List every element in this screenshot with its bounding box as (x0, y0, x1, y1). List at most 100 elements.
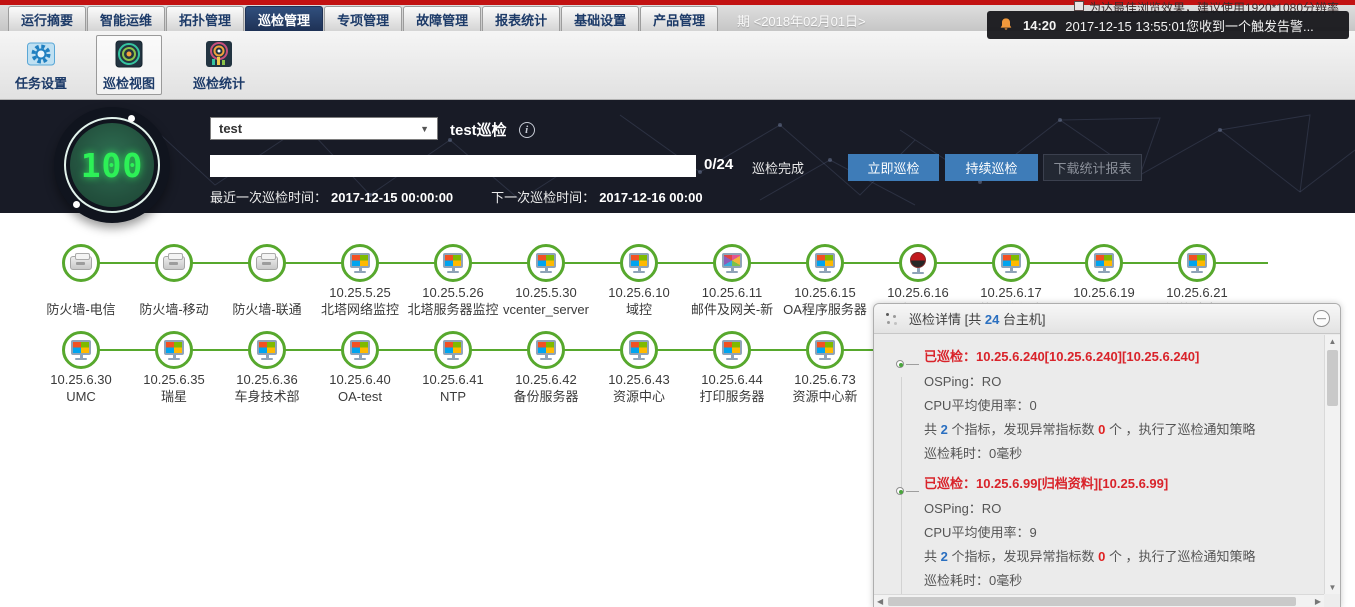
host-name: 防火墙-电信 (46, 302, 115, 317)
host-node[interactable]: 防火墙-移动 (128, 244, 220, 318)
app-screen: 运行摘要 智能运维 拓扑管理 巡检管理 专项管理 故障管理 报表统计 基础设置 … (0, 0, 1355, 607)
windows-icon (1094, 253, 1114, 268)
inspection-times: 最近一次巡检时间：2017-12-15 00:00:00 下一次巡检时间：201… (210, 187, 703, 206)
scroll-right-icon[interactable]: ▶ (1315, 597, 1321, 606)
mail-icon (722, 253, 742, 268)
windows-icon (164, 340, 184, 355)
host-node-badge[interactable] (1085, 244, 1123, 282)
nav-tab[interactable]: 故障管理 (403, 6, 481, 31)
host-ip (232, 284, 301, 301)
tool-inspection-view[interactable]: 巡检视图 (96, 35, 162, 95)
host-node-badge[interactable] (1178, 244, 1216, 282)
panel-header[interactable]: 巡检详情 [共 24 台主机] — (874, 304, 1340, 334)
host-node[interactable]: 10.25.6.10 域控 (593, 244, 685, 318)
run-continuous-button[interactable]: 持续巡检 (945, 154, 1038, 181)
host-node-badge[interactable] (620, 244, 658, 282)
host-node[interactable]: 10.25.6.11 邮件及网关-新 (686, 244, 778, 318)
download-report-button[interactable]: 下载统计报表 (1043, 154, 1142, 181)
host-node[interactable]: 10.25.6.73 资源中心新 (779, 331, 871, 405)
nav-tab[interactable]: 智能运维 (87, 6, 165, 31)
task-select[interactable]: test ▼ (210, 117, 438, 140)
host-node-label: 防火墙-电信 (46, 284, 115, 318)
windows-icon (629, 340, 649, 355)
host-node[interactable]: 防火墙-联通 (221, 244, 313, 318)
host-node-badge[interactable] (62, 331, 100, 369)
host-node-badge[interactable] (527, 244, 565, 282)
minimize-button[interactable]: — (1313, 310, 1330, 327)
entry-cpu: CPU平均使用率：9 (924, 521, 1316, 545)
host-node-badge[interactable] (248, 244, 286, 282)
host-node-badge[interactable] (155, 331, 193, 369)
host-node-badge[interactable] (899, 244, 937, 282)
firewall-icon (70, 256, 92, 270)
firewall-icon (163, 256, 185, 270)
run-now-button[interactable]: 立即巡检 (848, 154, 939, 181)
host-node[interactable]: 10.25.6.35 瑞星 (128, 331, 220, 405)
host-node-badge[interactable] (806, 244, 844, 282)
host-node-badge[interactable] (527, 331, 565, 369)
panel-body: 已巡检：10.25.6.240[10.25.6.240][10.25.6.240… (874, 335, 1324, 594)
host-node[interactable]: 10.25.6.41 NTP (407, 331, 499, 405)
notification-message: 2017-12-15 13:55:01您收到一个触发告警... (1065, 16, 1314, 35)
host-node-badge[interactable] (434, 244, 472, 282)
host-node-badge[interactable] (620, 331, 658, 369)
host-node[interactable]: 10.25.6.30 UMC (35, 331, 127, 405)
host-node-badge[interactable] (806, 331, 844, 369)
host-node[interactable]: 10.25.5.25 北塔网络监控 (314, 244, 406, 318)
host-node-badge[interactable] (713, 244, 751, 282)
nav-tab[interactable]: 巡检管理 (245, 6, 323, 31)
windows-icon (350, 340, 370, 355)
info-icon[interactable]: i (519, 122, 535, 138)
scroll-down-icon[interactable]: ▼ (1325, 583, 1340, 592)
host-node[interactable]: 10.25.6.15 OA程序服务器 (779, 244, 871, 318)
nav-tab[interactable]: 拓扑管理 (166, 6, 244, 31)
alert-notification-toast[interactable]: 14:20 2017-12-15 13:55:01您收到一个触发告警... (987, 11, 1349, 39)
scrollbar-corner (1324, 594, 1340, 607)
tool-inspection-stats[interactable]: 巡检统计 (186, 35, 252, 95)
tree-node-icon[interactable] (896, 360, 904, 368)
host-node[interactable]: 10.25.6.44 打印服务器 (686, 331, 778, 405)
tree-node-icon[interactable] (896, 487, 904, 495)
host-node-label: 防火墙-联通 (232, 284, 301, 318)
resolution-checkbox[interactable] (1074, 1, 1084, 11)
host-node[interactable]: 10.25.6.36 车身技术部 (221, 331, 313, 405)
host-node-badge[interactable] (713, 331, 751, 369)
host-node[interactable]: 10.25.6.43 资源中心 (593, 331, 685, 405)
horizontal-scrollbar[interactable]: ◀ ▶ (874, 594, 1324, 607)
host-ip: 10.25.6.36 (234, 371, 299, 388)
nav-tab[interactable]: 专项管理 (324, 6, 402, 31)
host-node-badge[interactable] (992, 244, 1030, 282)
nav-tab[interactable]: 基础设置 (561, 6, 639, 31)
vertical-scrollbar-thumb[interactable] (1327, 350, 1338, 406)
scroll-left-icon[interactable]: ◀ (877, 597, 883, 606)
host-ip: 10.25.6.73 (792, 371, 857, 388)
tool-task-settings[interactable]: 任务设置 (8, 35, 74, 95)
vertical-scrollbar[interactable]: ▲ ▼ (1324, 335, 1340, 594)
host-node-badge[interactable] (248, 331, 286, 369)
entry-cpu: CPU平均使用率：0 (924, 394, 1316, 418)
drag-handle-icon[interactable] (884, 311, 899, 326)
nav-tab[interactable]: 产品管理 (640, 6, 718, 31)
horizontal-scrollbar-thumb[interactable] (888, 597, 1296, 606)
entry-cost: 巡检耗时：0毫秒 (924, 442, 1316, 466)
host-node[interactable]: 10.25.5.26 北塔服务器监控 (407, 244, 499, 318)
nav-tab[interactable]: 运行摘要 (8, 6, 86, 31)
host-node-badge[interactable] (434, 331, 472, 369)
host-name: 备份服务器 (513, 389, 578, 404)
host-name: 防火墙-联通 (232, 302, 301, 317)
host-node[interactable]: 防火墙-电信 (35, 244, 127, 318)
host-node-badge[interactable] (155, 244, 193, 282)
scroll-up-icon[interactable]: ▲ (1325, 337, 1340, 346)
host-node-badge[interactable] (341, 244, 379, 282)
host-node[interactable]: 10.25.6.42 备份服务器 (500, 331, 592, 405)
nav-tab[interactable]: 报表统计 (482, 6, 560, 31)
host-node-badge[interactable] (341, 331, 379, 369)
host-node[interactable]: 10.25.6.40 OA-test (314, 331, 406, 405)
host-node[interactable]: 10.25.5.30 vcenter_server (500, 244, 592, 318)
sub-toolbar: 任务设置 巡检视图 巡检统计 (0, 31, 1355, 100)
host-node-label: 10.25.6.30 UMC (50, 371, 111, 405)
host-node-badge[interactable] (62, 244, 100, 282)
tool-label: 巡检视图 (103, 73, 155, 92)
inspection-entry: 已巡检：10.25.6.240[10.25.6.240][10.25.6.240… (924, 347, 1316, 466)
host-name: NTP (440, 389, 466, 404)
